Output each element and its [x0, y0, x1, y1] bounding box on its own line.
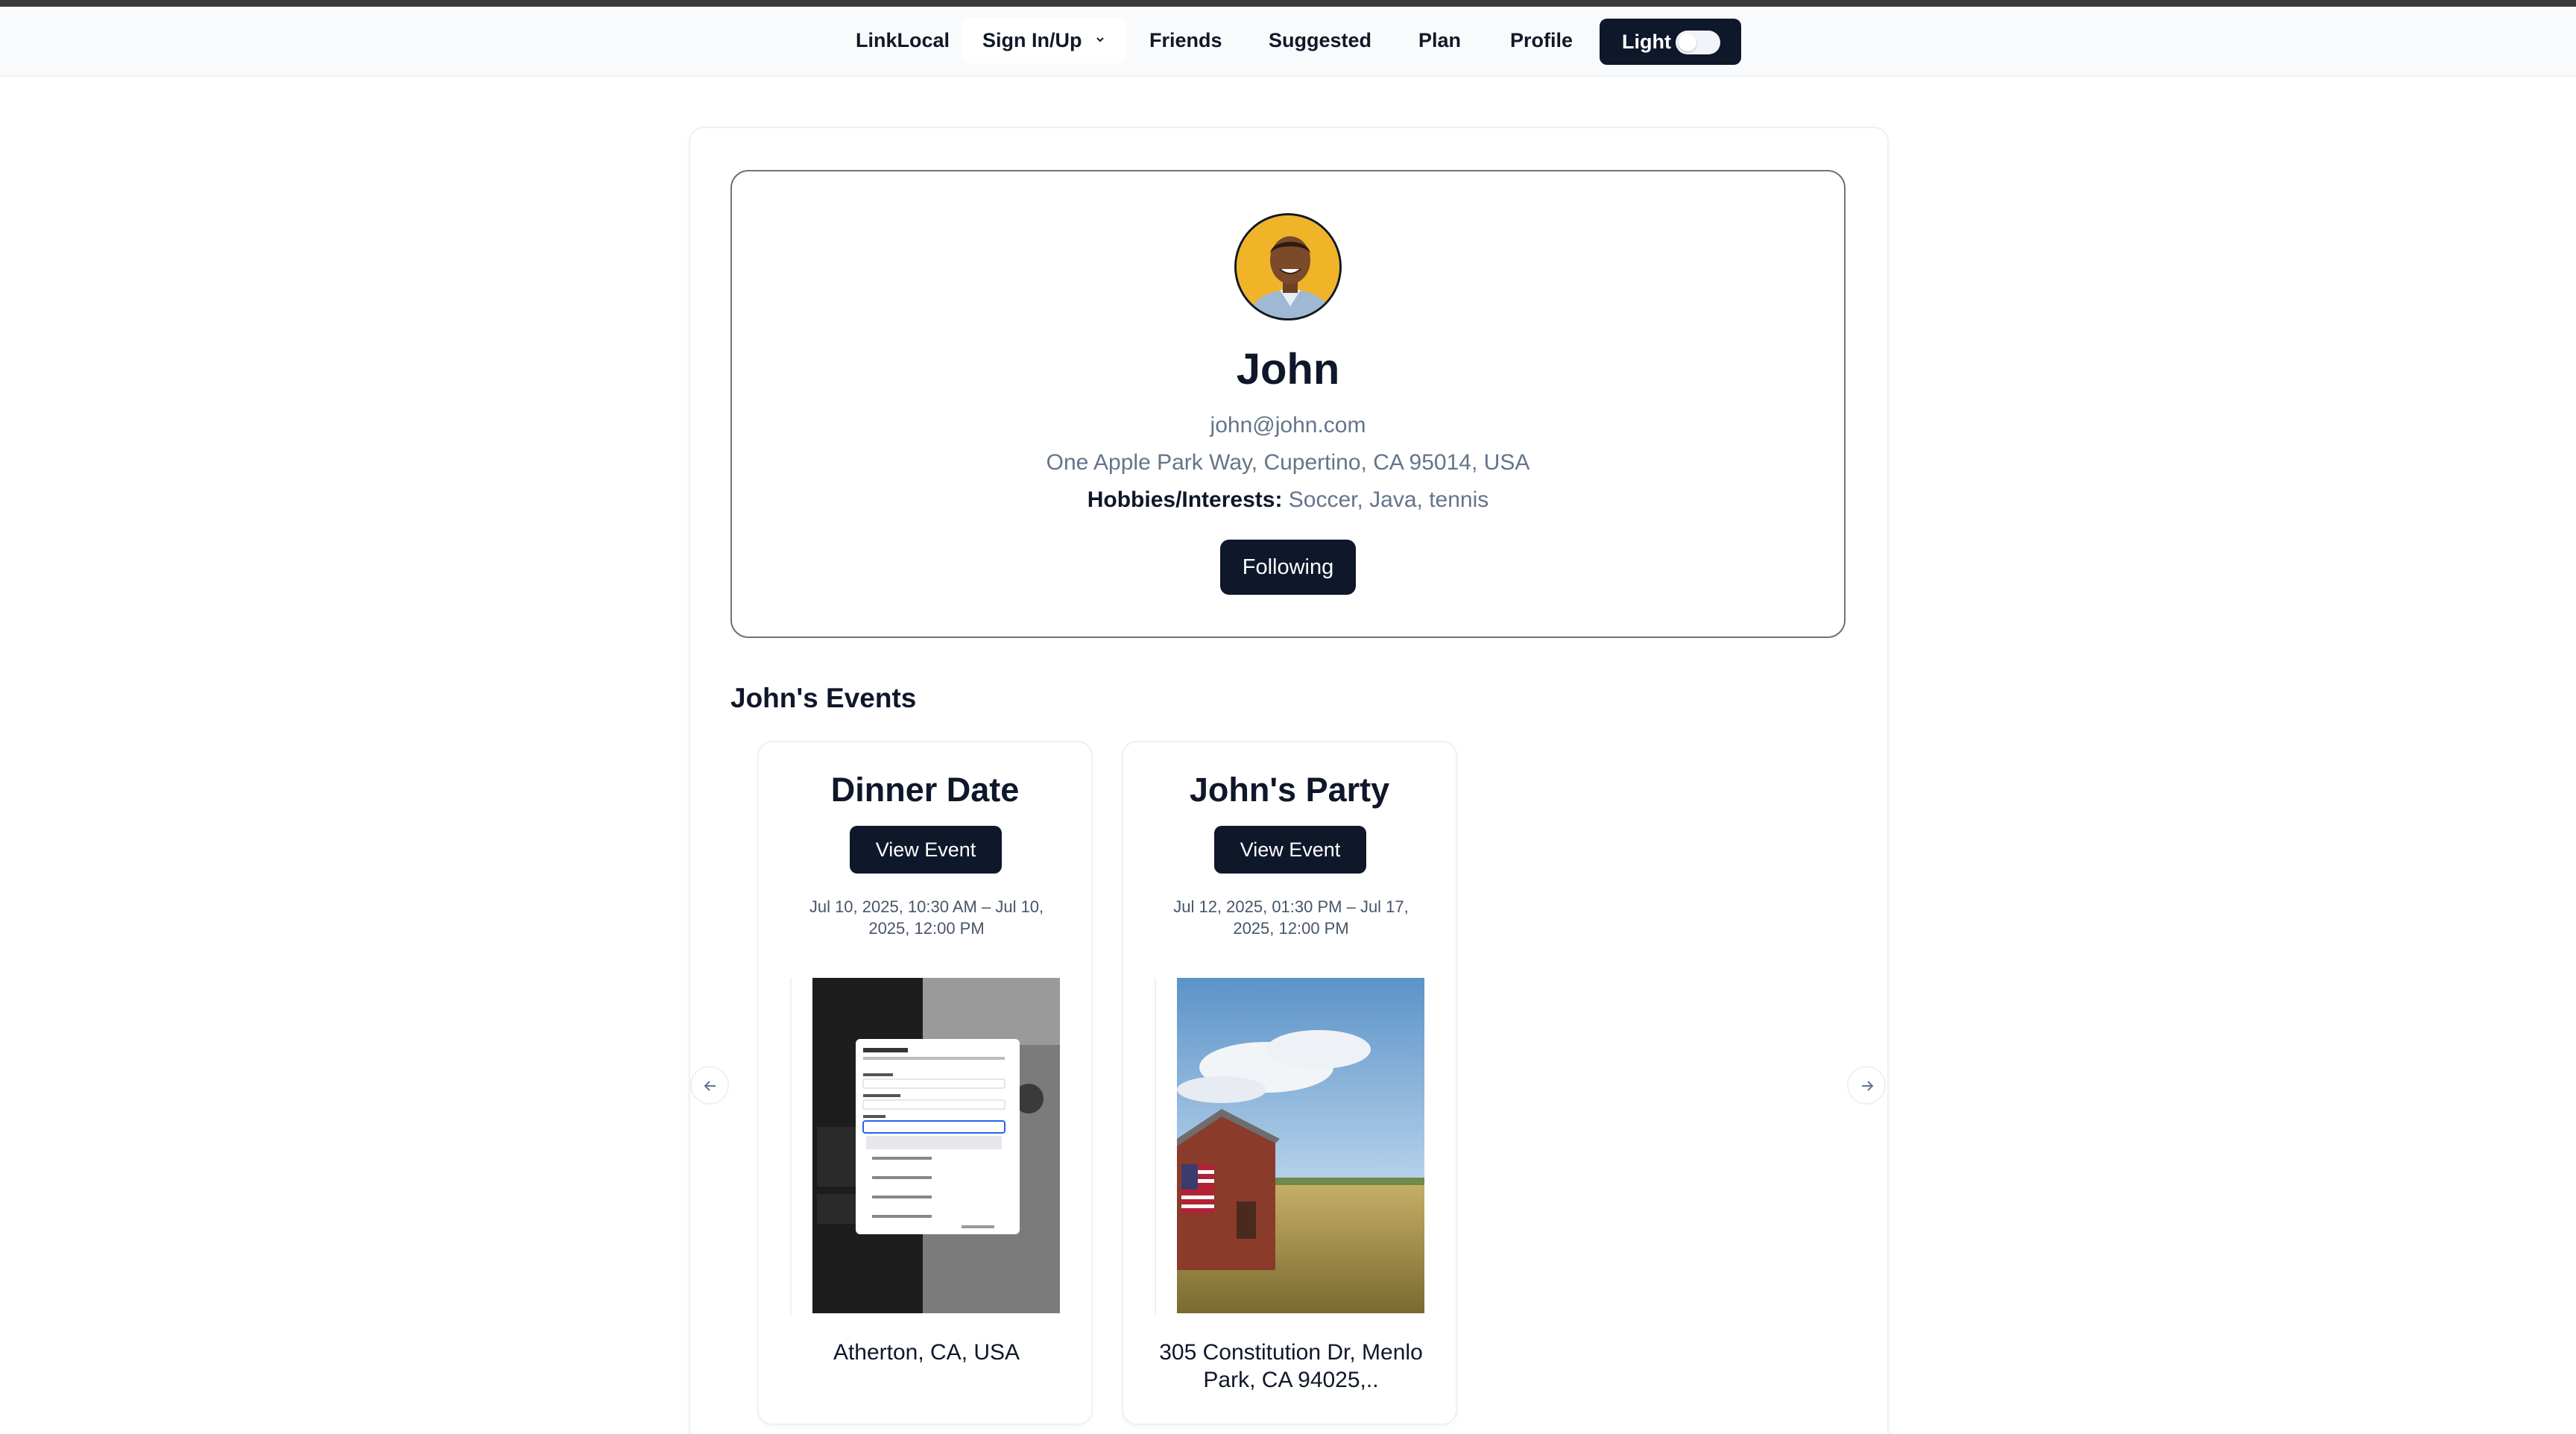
event-location: 305 Constitution Dr, Menlo Park, CA 9402… [1159, 1340, 1423, 1392]
carousel-next-button[interactable] [1847, 1066, 1886, 1105]
theme-switch-knob [1679, 34, 1696, 51]
following-button[interactable]: Following [1220, 540, 1356, 595]
event-date: Jul 10, 2025, 10:30 AM – Jul 10, 2025, 1… [809, 897, 1044, 938]
screenshot-thumbnail [812, 978, 1060, 1313]
arrow-right-icon [1862, 1081, 1874, 1091]
nav-profile-link[interactable]: Profile [1510, 17, 1573, 63]
event-card: John's Party View Event Jul 12, 2025, 01… [1122, 741, 1457, 1425]
profile-name: John [1236, 345, 1340, 394]
view-event-button[interactable]: View Event [850, 826, 1002, 874]
nav-sign-in-label: Sign In/Up [982, 29, 1082, 51]
event-location: Atherton, CA, USA [833, 1340, 1020, 1365]
hobbies-label: Hobbies/Interests: [1087, 487, 1283, 512]
carousel-prev-button[interactable] [690, 1066, 729, 1105]
view-event-button[interactable]: View Event [1214, 826, 1366, 874]
nav-suggested-link[interactable]: Suggested [1269, 17, 1371, 63]
navbar: LinkLocal Sign In/Up Friends Suggested P… [0, 7, 2576, 77]
event-title: Dinner Date [830, 771, 1020, 809]
profile-email: john@john.com [1210, 413, 1366, 438]
profile-hobbies: Hobbies/Interests: Soccer, Java, tennis [730, 487, 1846, 513]
hobbies-value: Soccer, Java, tennis [1288, 487, 1489, 512]
profile-address: One Apple Park Way, Cupertino, CA 95014,… [1046, 450, 1530, 475]
theme-toggle-button[interactable]: Light [1600, 19, 1741, 65]
chevron-down-icon [1096, 37, 1104, 42]
avatar-photo [1237, 215, 1339, 318]
event-title: John's Party [1189, 771, 1390, 809]
barn-photo [1177, 978, 1424, 1313]
nav-plan-link[interactable]: Plan [1418, 17, 1461, 63]
events-heading: John's Events [730, 683, 917, 713]
theme-switch[interactable] [1676, 31, 1720, 54]
event-image-frame [790, 978, 1060, 1315]
nav-friends-link[interactable]: Friends [1149, 17, 1222, 63]
avatar [1234, 213, 1342, 320]
window-top-edge [0, 0, 2576, 7]
arrow-left-icon [704, 1081, 716, 1091]
nav-sign-in-dropdown[interactable]: Sign In/Up [962, 17, 1126, 63]
event-image-frame [1155, 978, 1424, 1315]
event-card: Dinner Date View Event Jul 10, 2025, 10:… [757, 741, 1093, 1425]
event-image[interactable] [1177, 978, 1424, 1313]
event-image[interactable] [812, 978, 1060, 1313]
nav-brand-link[interactable]: LinkLocal [856, 17, 950, 63]
theme-label: Light [1622, 31, 1671, 53]
event-date: Jul 12, 2025, 01:30 PM – Jul 17, 2025, 1… [1173, 897, 1409, 938]
